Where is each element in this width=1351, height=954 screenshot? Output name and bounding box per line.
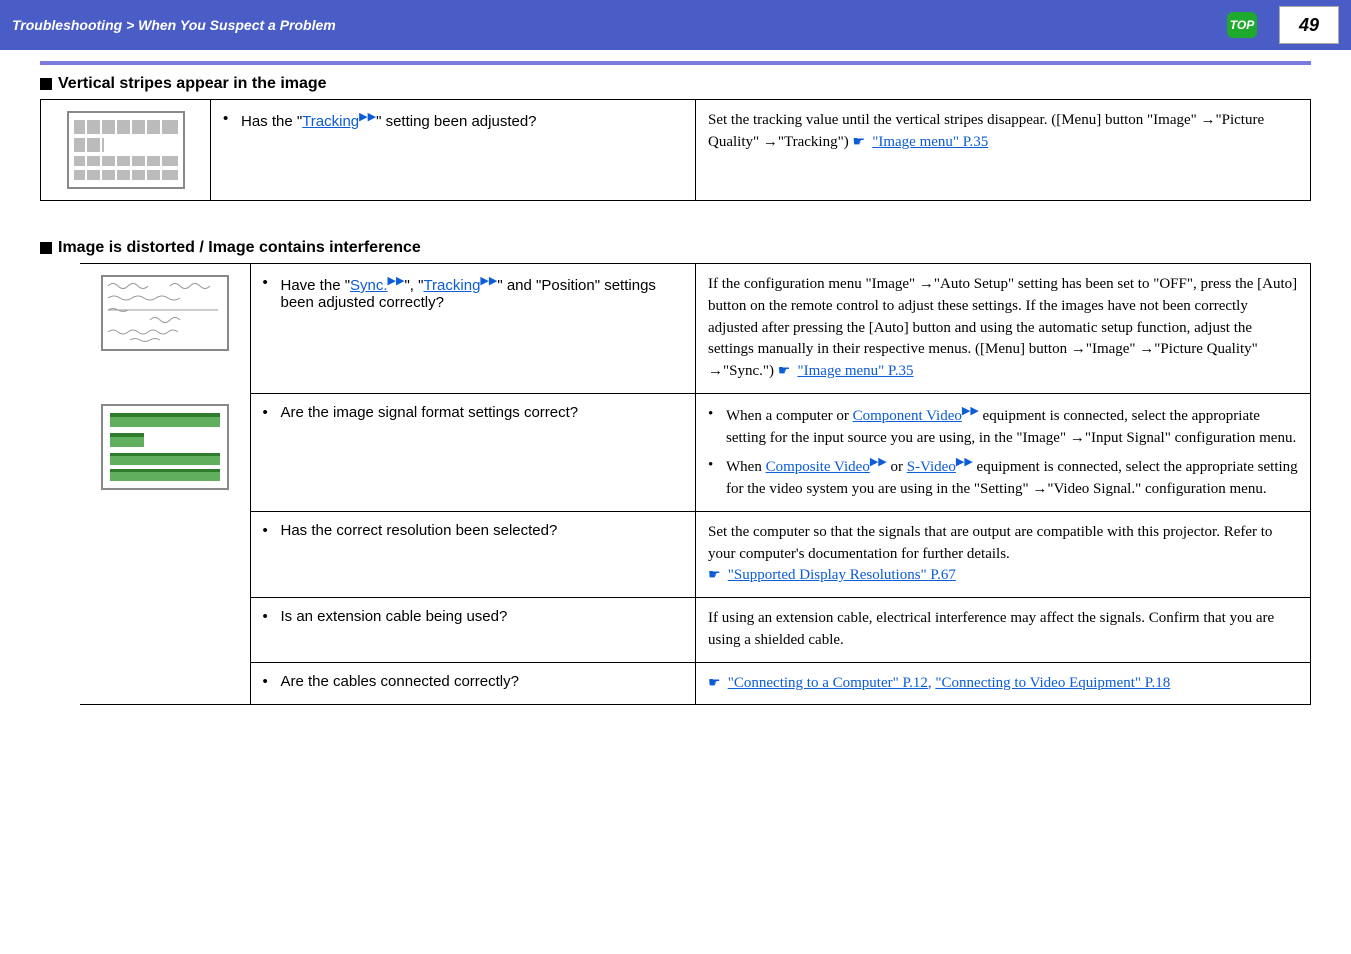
table-row: • Has the correct resolution been select… <box>80 511 1311 597</box>
empty-thumbnail-cell <box>80 511 250 597</box>
page-content: Vertical stripes appear in the image <box>0 50 1351 725</box>
resolutions-link[interactable]: "Supported Display Resolutions" P.67 <box>728 567 956 583</box>
glossary-arrow-icon: ▶▶ <box>480 275 497 287</box>
answer-cell: "Connecting to a Computer" P.12, "Connec… <box>696 662 1311 705</box>
glossary-arrow-icon: ▶▶ <box>359 111 376 123</box>
answer-cell: If using an extension cable, electrical … <box>696 598 1311 663</box>
glossary-arrow-icon: ▶▶ <box>388 275 405 287</box>
section-title-vertical-stripes: Vertical stripes appear in the image <box>40 75 1311 93</box>
tracking-glossary-link[interactable]: Tracking <box>423 277 480 294</box>
question-cell: • Are the cables connected correctly? <box>250 662 696 705</box>
qa-table-1: • Has the "Tracking▶▶" setting been adju… <box>40 99 1311 201</box>
empty-thumbnail-cell <box>80 662 250 705</box>
section-title-text: Image is distorted / Image contains inte… <box>58 239 421 257</box>
connecting-video-link[interactable]: "Connecting to Video Equipment" P.18 <box>935 675 1170 691</box>
pointer-icon <box>708 565 724 577</box>
divider <box>40 61 1311 65</box>
table-row: • Are the image signal format settings c… <box>80 393 1311 511</box>
glossary-arrow-icon: ▶▶ <box>956 456 973 468</box>
pointer-icon <box>778 361 794 373</box>
bullet-icon: • <box>263 522 273 539</box>
header-right: TOP 49 <box>1227 6 1339 44</box>
breadcrumb: Troubleshooting > When You Suspect a Pro… <box>12 17 1227 33</box>
s-video-glossary-link[interactable]: S-Video <box>907 459 956 475</box>
composite-video-glossary-link[interactable]: Composite Video <box>766 459 870 475</box>
table-row: • Are the cables connected correctly? "C… <box>80 662 1311 705</box>
page-header: Troubleshooting > When You Suspect a Pro… <box>0 0 1351 50</box>
noise-thumbnail-icon <box>100 274 230 352</box>
glossary-arrow-icon: ▶▶ <box>870 456 887 468</box>
question-cell: • Is an extension cable being used? <box>250 598 696 663</box>
question-cell: • Are the image signal format settings c… <box>250 393 696 511</box>
answer-cell: Set the computer so that the signals tha… <box>696 511 1311 597</box>
pointer-icon <box>852 132 868 144</box>
answer-text: If using an extension cable, electrical … <box>708 610 1274 648</box>
empty-thumbnail-cell <box>80 598 250 663</box>
section-title-text: Vertical stripes appear in the image <box>58 75 327 93</box>
table-row: • Has the "Tracking▶▶" setting been adju… <box>41 100 1311 201</box>
question-text: Has the "Tracking▶▶" setting been adjust… <box>241 110 537 130</box>
answer-cell: Set the tracking value until the vertica… <box>696 100 1311 201</box>
question-cell: • Has the correct resolution been select… <box>250 511 696 597</box>
pointer-icon <box>708 673 724 685</box>
bullet-icon: • <box>708 404 718 450</box>
question-text: Has the correct resolution been selected… <box>281 522 558 539</box>
question-text: Are the cables connected correctly? <box>281 673 519 690</box>
symptom-thumbnail-cell <box>80 393 250 511</box>
answer-bullet-text: When Composite Video▶▶ or S-Video▶▶ equi… <box>726 455 1298 501</box>
bullet-icon: • <box>263 608 273 625</box>
answer-bullet-text: When a computer or Component Video▶▶ equ… <box>726 404 1298 450</box>
symptom-thumbnail-cell <box>41 100 211 201</box>
question-cell: • Has the "Tracking▶▶" setting been adju… <box>211 100 696 201</box>
bullet-icon: • <box>263 404 273 421</box>
glossary-arrow-icon: ▶▶ <box>962 405 979 417</box>
image-menu-link[interactable]: "Image menu" P.35 <box>798 363 914 379</box>
symptom-thumbnail-cell <box>80 264 250 394</box>
qa-table-2: • Have the "Sync.▶▶", "Tracking▶▶" and "… <box>80 263 1311 705</box>
bullet-icon: • <box>263 673 273 690</box>
bullet-icon: • <box>223 110 233 130</box>
top-button[interactable]: TOP <box>1227 12 1257 38</box>
bullet-icon: • <box>263 274 273 311</box>
stripes-thumbnail-icon <box>66 110 186 190</box>
question-text: Have the "Sync.▶▶", "Tracking▶▶" and "Po… <box>281 274 684 311</box>
qa-section-2: • Have the "Sync.▶▶", "Tracking▶▶" and "… <box>40 263 1311 705</box>
answer-cell: If the configuration menu "Image" →"Auto… <box>696 264 1311 394</box>
square-bullet-icon <box>40 78 52 90</box>
section-spacer <box>40 201 1311 229</box>
sync-glossary-link[interactable]: Sync. <box>350 277 388 294</box>
question-text: Are the image signal format settings cor… <box>281 404 579 421</box>
distort-thumbnail-icon <box>100 403 230 491</box>
square-bullet-icon <box>40 242 52 254</box>
page-number-badge: 49 <box>1279 6 1339 44</box>
table-row: • Have the "Sync.▶▶", "Tracking▶▶" and "… <box>80 264 1311 394</box>
tracking-glossary-link[interactable]: Tracking <box>302 113 359 130</box>
table-row: • Is an extension cable being used? If u… <box>80 598 1311 663</box>
answer-text: If the configuration menu "Image" →"Auto… <box>708 276 1297 379</box>
section-title-distorted: Image is distorted / Image contains inte… <box>40 239 1311 257</box>
connecting-computer-link[interactable]: "Connecting to a Computer" P.12 <box>728 675 928 691</box>
component-video-glossary-link[interactable]: Component Video <box>853 408 962 424</box>
answer-text: Set the computer so that the signals tha… <box>708 524 1272 562</box>
answer-cell: • When a computer or Component Video▶▶ e… <box>696 393 1311 511</box>
question-text: Is an extension cable being used? <box>281 608 508 625</box>
image-menu-link[interactable]: "Image menu" P.35 <box>872 134 988 150</box>
bullet-icon: • <box>708 455 718 501</box>
question-cell: • Have the "Sync.▶▶", "Tracking▶▶" and "… <box>250 264 696 394</box>
